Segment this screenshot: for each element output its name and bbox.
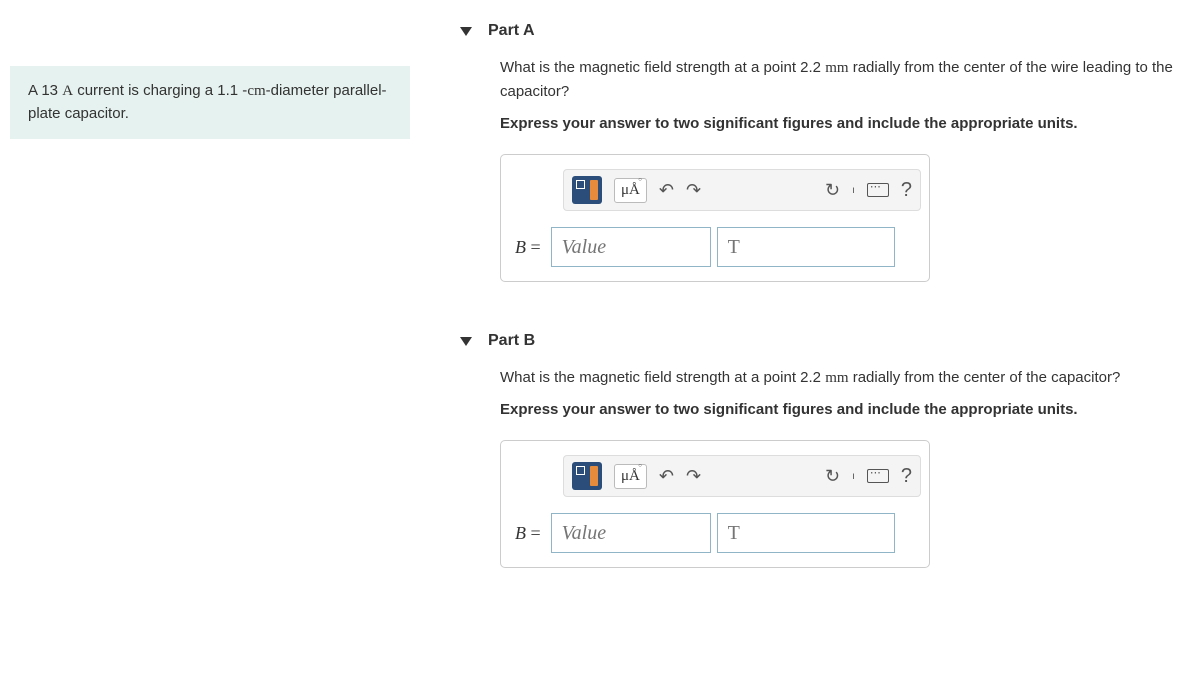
q-unit: mm: [825, 370, 848, 386]
part-b-instruction: Express your answer to two significant f…: [500, 398, 1190, 422]
help-icon[interactable]: ?: [901, 465, 912, 488]
caret-down-icon: [460, 27, 472, 36]
undo-icon[interactable]: ↶: [659, 466, 674, 487]
part-a-question: What is the magnetic field strength at a…: [500, 56, 1190, 104]
problem-text-2: current is charging a 1.1 -: [73, 82, 247, 99]
parts-column: Part A What is the magnetic field streng…: [420, 12, 1200, 608]
q-text: What is the magnetic field strength at a…: [500, 59, 825, 76]
variable-label: B =: [515, 237, 541, 258]
part-b-body: What is the magnetic field strength at a…: [460, 366, 1190, 608]
caret-down-icon: [460, 337, 472, 346]
part-b-question: What is the magnetic field strength at a…: [500, 366, 1190, 390]
unit-input[interactable]: [717, 227, 895, 267]
variable-label: B =: [515, 523, 541, 544]
unit-input[interactable]: [717, 513, 895, 553]
units-label: μÅ: [621, 182, 640, 198]
small-icon: ı: [852, 185, 855, 196]
problem-unit-2: cm: [247, 83, 265, 99]
q-text: radially from the center of the capacito…: [849, 369, 1121, 386]
small-icon: ı: [852, 471, 855, 482]
q-text: What is the magnetic field strength at a…: [500, 369, 825, 386]
redo-icon[interactable]: ↷: [686, 466, 701, 487]
units-label: μÅ: [621, 468, 640, 484]
keyboard-icon[interactable]: [867, 183, 889, 197]
answer-toolbar: μÅ○ ↶ ↷ ↻ ı ?: [563, 169, 921, 211]
units-button[interactable]: μÅ○: [614, 178, 647, 203]
part-a-label: Part A: [488, 22, 535, 40]
reset-icon[interactable]: ↻: [825, 180, 840, 201]
redo-icon[interactable]: ↷: [686, 180, 701, 201]
problem-unit-1: A: [62, 83, 73, 99]
reset-icon[interactable]: ↻: [825, 466, 840, 487]
keyboard-icon[interactable]: [867, 469, 889, 483]
problem-sidebar: A 13 A current is charging a 1.1 -cm-dia…: [0, 12, 420, 608]
part-a-instruction: Express your answer to two significant f…: [500, 112, 1190, 136]
templates-icon[interactable]: [572, 176, 602, 204]
templates-icon[interactable]: [572, 462, 602, 490]
part-b-header[interactable]: Part B: [460, 322, 1190, 366]
part-a-header[interactable]: Part A: [460, 12, 1190, 56]
answer-toolbar: μÅ○ ↶ ↷ ↻ ı ?: [563, 455, 921, 497]
problem-statement: A 13 A current is charging a 1.1 -cm-dia…: [10, 66, 410, 139]
part-b-label: Part B: [488, 332, 535, 350]
input-row: B =: [515, 513, 915, 553]
part-a-answer-box: μÅ○ ↶ ↷ ↻ ı ? B =: [500, 154, 930, 282]
page-container: A 13 A current is charging a 1.1 -cm-dia…: [0, 0, 1200, 608]
value-input[interactable]: [551, 227, 711, 267]
input-row: B =: [515, 227, 915, 267]
part-b-answer-box: μÅ○ ↶ ↷ ↻ ı ? B =: [500, 440, 930, 568]
part-a-body: What is the magnetic field strength at a…: [460, 56, 1190, 322]
help-icon[interactable]: ?: [901, 179, 912, 202]
units-button[interactable]: μÅ○: [614, 464, 647, 489]
value-input[interactable]: [551, 513, 711, 553]
problem-text-1: A 13: [28, 82, 62, 99]
q-unit: mm: [825, 60, 848, 76]
undo-icon[interactable]: ↶: [659, 180, 674, 201]
